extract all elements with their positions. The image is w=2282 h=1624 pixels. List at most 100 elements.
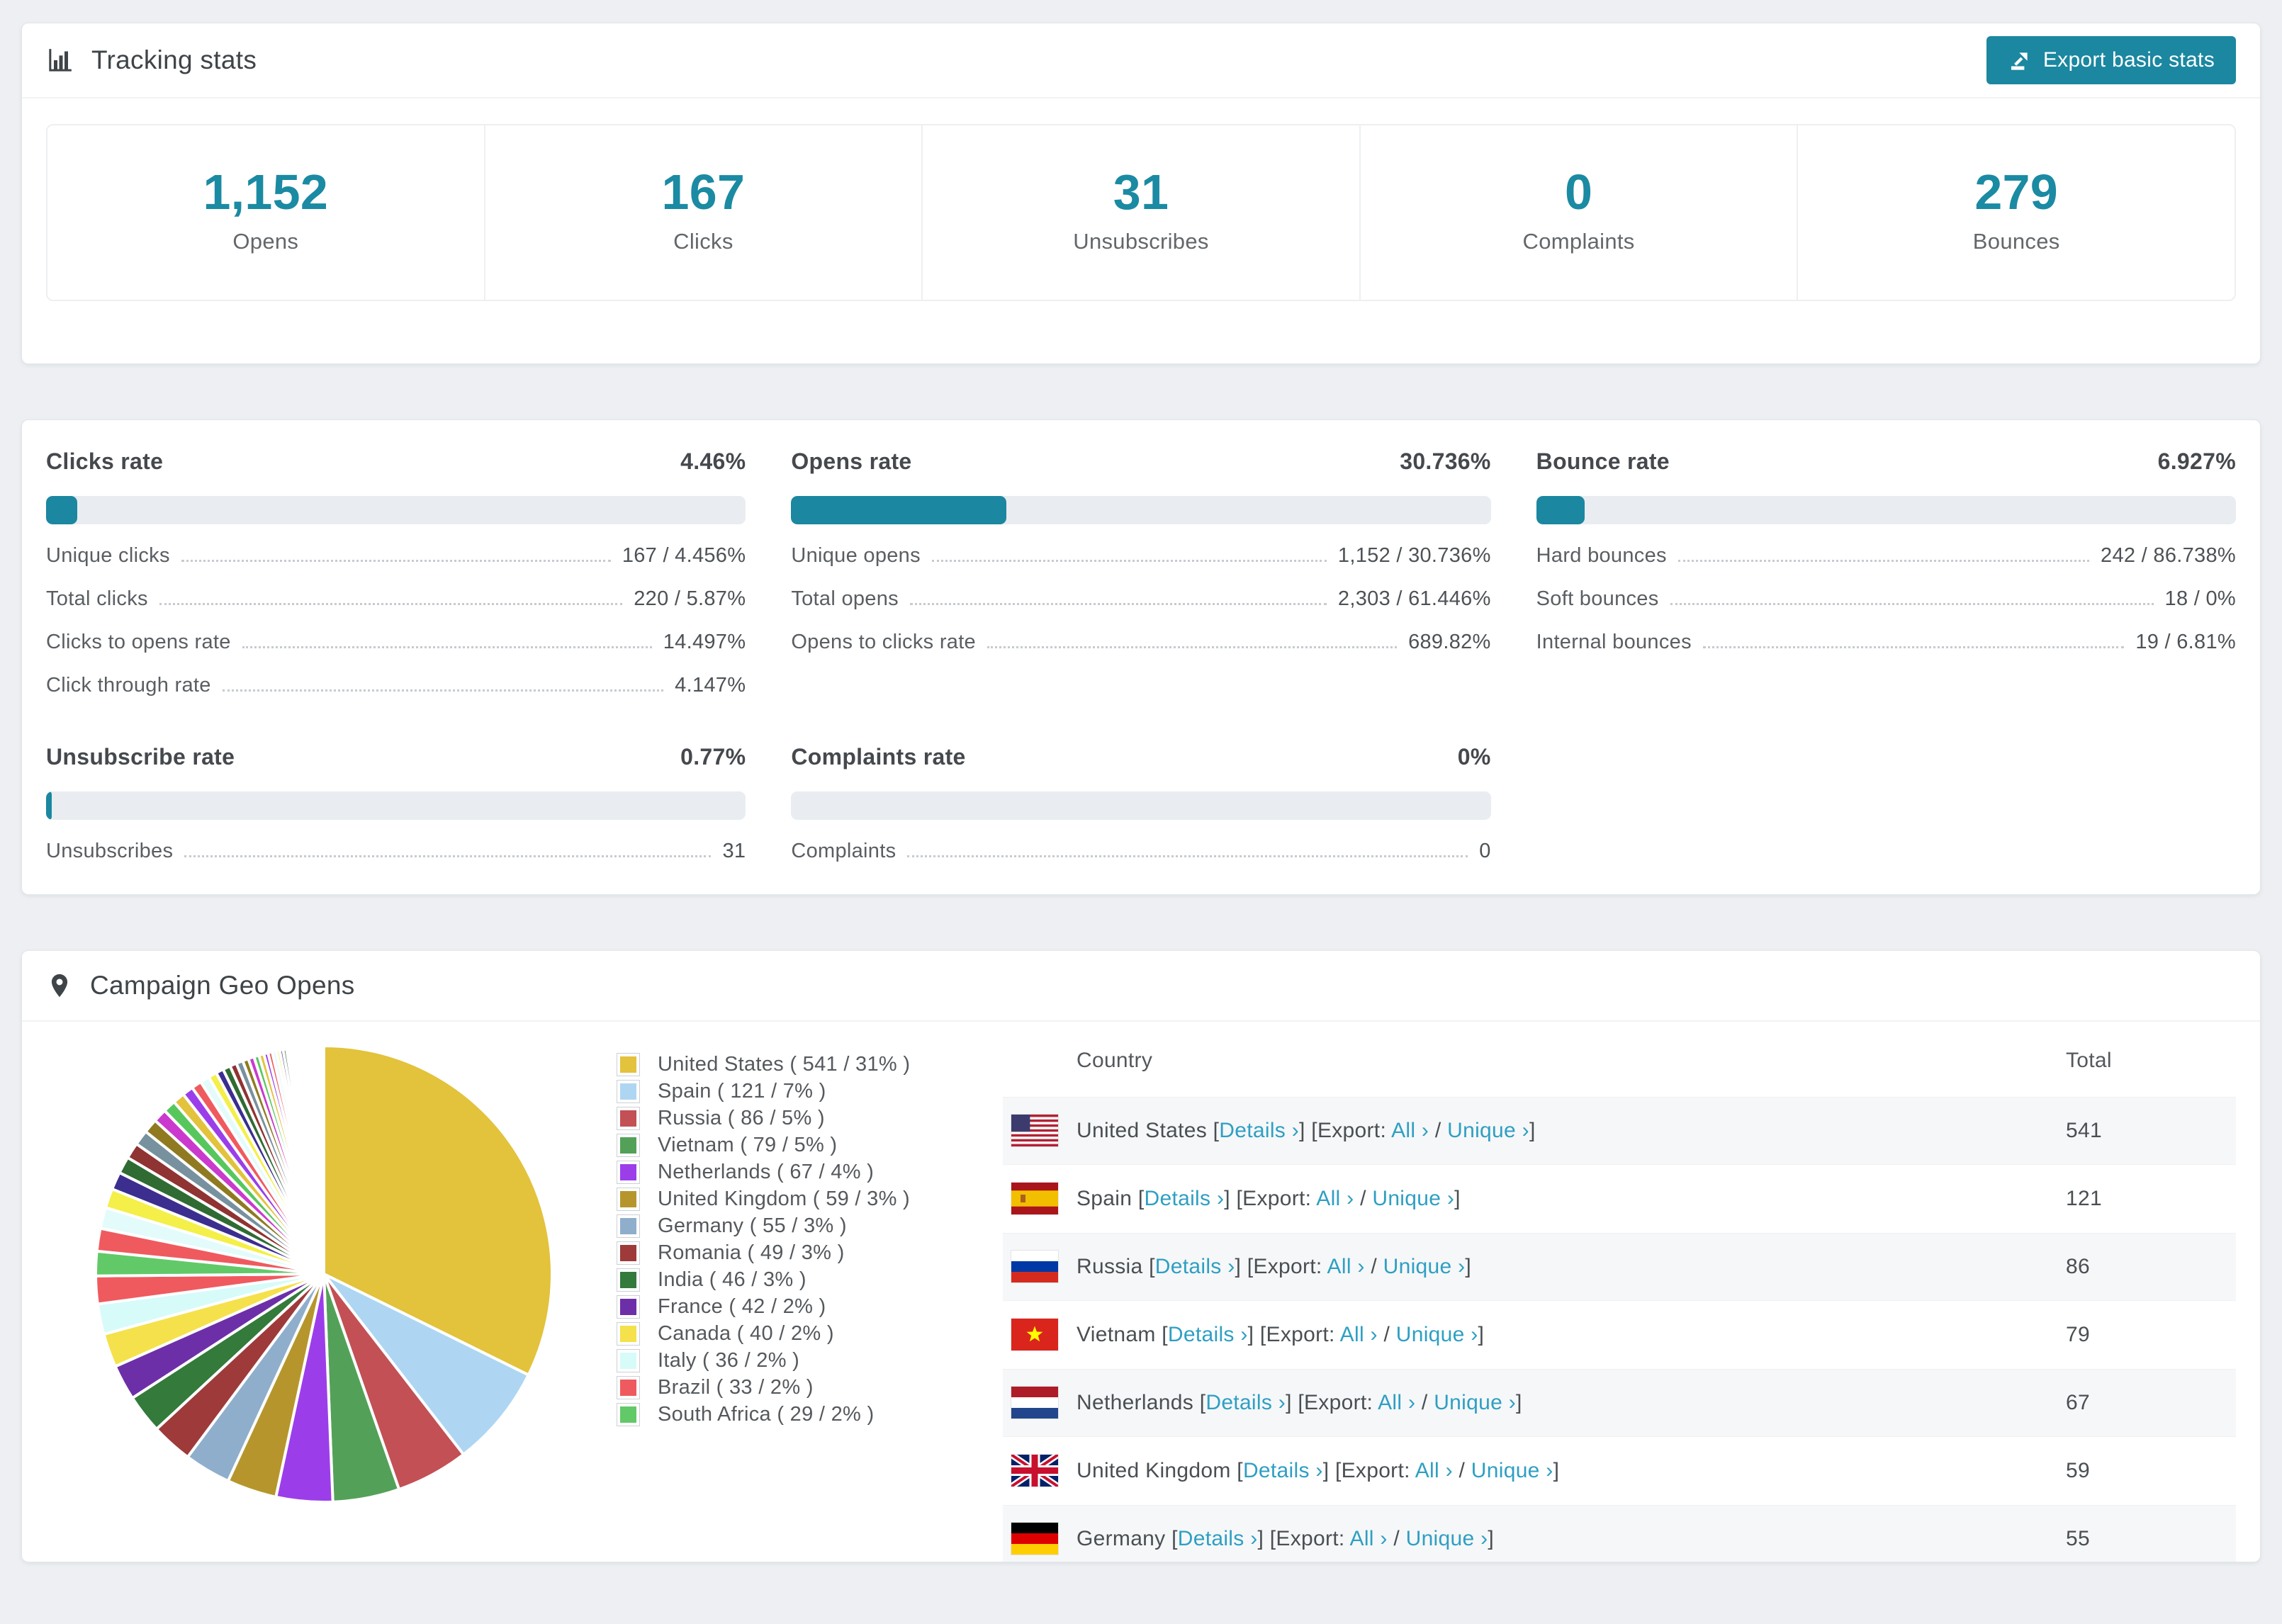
legend-label: Canada ( 40 / 2% ) (658, 1321, 834, 1345)
export-unique-link[interactable]: Unique › (1447, 1119, 1529, 1142)
rate-rows: Unique opens 1,152 / 30.736% Total opens 2,… (791, 544, 1490, 654)
dotted-leader (1670, 602, 2154, 605)
stat-value: 1,152 (203, 164, 329, 220)
country-cell: United States [Details ›] [Export: All ›… (1077, 1118, 1536, 1142)
legend-item-united-kingdom[interactable]: United Kingdom ( 59 / 3% ) (617, 1187, 972, 1211)
rate-head: Clicks rate 4.46% (46, 449, 746, 475)
export-all-link[interactable]: All › (1327, 1255, 1365, 1278)
details-link[interactable]: Details › (1219, 1119, 1299, 1142)
export-all-link[interactable]: All › (1340, 1323, 1378, 1346)
legend-item-canada[interactable]: Canada ( 40 / 2% ) (617, 1321, 972, 1346)
geo-pie-wrap (46, 1022, 617, 1508)
export-basic-stats-button[interactable]: Export basic stats (1986, 36, 2236, 84)
legend-swatch (617, 1375, 640, 1399)
country-name: Vietnam (1077, 1322, 1156, 1346)
progress-bar-fill (46, 495, 78, 524)
export-all-link[interactable]: All › (1378, 1391, 1415, 1414)
rate-row-label: Click through rate (46, 673, 211, 697)
progress-bar-fill (791, 495, 1006, 524)
rate-row: Opens to clicks rate 689.82% (791, 631, 1490, 654)
dotted-leader (181, 559, 611, 562)
legend-swatch (617, 1268, 640, 1292)
export-prefix: Export: (1253, 1254, 1322, 1278)
rate-row: Unique clicks 167 / 4.456% (46, 544, 746, 568)
bar-chart-icon (49, 49, 72, 72)
export-all-link[interactable]: All › (1316, 1187, 1354, 1210)
rate-row: Soft bounces 18 / 0% (1536, 587, 2236, 611)
legend-item-spain[interactable]: Spain ( 121 / 7% ) (617, 1079, 972, 1103)
geo-table-row-ru: Russia [Details ›] [Export: All › / Uniq… (1003, 1232, 2236, 1301)
stat-value: 279 (1974, 164, 2059, 220)
country-name: Netherlands (1077, 1390, 1194, 1414)
legend-item-south-africa[interactable]: South Africa ( 29 / 2% ) (617, 1402, 972, 1426)
total-cell: 79 (2066, 1322, 2090, 1346)
export-unique-link[interactable]: Unique › (1396, 1323, 1478, 1346)
rate-row-value: 4.147% (675, 673, 746, 697)
rate-row-label: Internal bounces (1536, 630, 1692, 653)
geo-opens-pie-chart (94, 1044, 553, 1504)
progress-bar (791, 495, 1491, 524)
flag-gb-icon (1003, 1455, 1077, 1487)
legend-item-germany[interactable]: Germany ( 55 / 3% ) (617, 1214, 972, 1238)
country-cell: Germany [Details ›] [Export: All › / Uni… (1077, 1526, 1495, 1550)
details-link[interactable]: Details › (1168, 1323, 1248, 1346)
legend-item-india[interactable]: India ( 46 / 3% ) (617, 1268, 972, 1292)
legend-item-united-states[interactable]: United States ( 541 / 31% ) (617, 1052, 972, 1076)
details-link[interactable]: Details › (1145, 1187, 1225, 1210)
geo-table-row-vn: Vietnam [Details ›] [Export: All › / Uni… (1003, 1301, 2236, 1369)
stat-label: Complaints (1522, 228, 1635, 254)
rate-row: Total opens 2,303 / 61.446% (791, 587, 1490, 611)
export-all-link[interactable]: All › (1415, 1459, 1453, 1482)
stat-box-bounces: 279 Bounces (1797, 125, 2235, 300)
legend-item-brazil[interactable]: Brazil ( 33 / 2% ) (617, 1375, 972, 1399)
legend-item-netherlands[interactable]: Netherlands ( 67 / 4% ) (617, 1160, 972, 1184)
export-prefix: Export: (1304, 1390, 1373, 1414)
total-cell: 86 (2066, 1254, 2090, 1278)
stat-label: Opens (232, 228, 299, 254)
legend-item-vietnam[interactable]: Vietnam ( 79 / 5% ) (617, 1133, 972, 1157)
legend-item-romania[interactable]: Romania ( 49 / 3% ) (617, 1241, 972, 1265)
dotted-leader (907, 855, 1468, 857)
rate-row-label: Clicks to opens rate (46, 630, 231, 653)
legend-label: France ( 42 / 2% ) (658, 1295, 826, 1318)
details-link[interactable]: Details › (1243, 1459, 1323, 1482)
export-all-link[interactable]: All › (1391, 1119, 1429, 1142)
campaign-geo-opens-card: Campaign Geo Opens United States ( 541 /… (21, 949, 2261, 1562)
rate-block-1: Opens rate 30.736% Unique opens 1,152 / 30.… (791, 449, 1491, 697)
pie-slice-other-57[interactable] (321, 1044, 325, 1275)
legend-item-italy[interactable]: Italy ( 36 / 2% ) (617, 1348, 972, 1372)
legend-item-france[interactable]: France ( 42 / 2% ) (617, 1295, 972, 1319)
export-unique-link[interactable]: Unique › (1383, 1255, 1466, 1278)
export-unique-link[interactable]: Unique › (1372, 1187, 1454, 1210)
rate-row: Complaints 0 (791, 840, 1490, 863)
stat-box-opens: 1,152 Opens (47, 125, 484, 300)
rate-row-label: Unique opens (791, 543, 921, 567)
legend-swatch (617, 1241, 640, 1265)
details-link[interactable]: Details › (1205, 1391, 1286, 1414)
details-link[interactable]: Details › (1178, 1527, 1258, 1550)
legend-swatch (617, 1295, 640, 1319)
flag-vn-icon (1003, 1319, 1077, 1350)
legend-item-russia[interactable]: Russia ( 86 / 5% ) (617, 1106, 972, 1130)
export-all-link[interactable]: All › (1350, 1527, 1388, 1550)
export-unique-link[interactable]: Unique › (1406, 1527, 1488, 1550)
rate-row-value: 242 / 86.738% (2101, 543, 2236, 567)
rate-percent: 4.46% (680, 448, 746, 474)
total-cell: 55 (2066, 1526, 2090, 1550)
legend-label: United Kingdom ( 59 / 3% ) (658, 1187, 910, 1210)
progress-bar-fill (46, 791, 52, 820)
country-cell: Vietnam [Details ›] [Export: All › / Uni… (1077, 1322, 1485, 1346)
flag-us-icon (1003, 1115, 1077, 1146)
tracking-stats-card: Tracking stats Export basic stats 1,152 O… (21, 23, 2261, 364)
flag-de-icon (1003, 1523, 1077, 1555)
rate-row-value: 1,152 / 30.736% (1337, 543, 1491, 567)
dotted-leader (159, 602, 623, 605)
details-link[interactable]: Details › (1155, 1255, 1235, 1278)
legend-label: United States ( 541 / 31% ) (658, 1052, 911, 1076)
legend-label: South Africa ( 29 / 2% ) (658, 1402, 875, 1426)
progress-bar (46, 791, 746, 820)
geo-table: Country Total United States [Details ›] … (1003, 1022, 2236, 1562)
geo-title-group: Campaign Geo Opens (46, 971, 355, 1000)
export-unique-link[interactable]: Unique › (1434, 1391, 1516, 1414)
export-unique-link[interactable]: Unique › (1471, 1459, 1553, 1482)
